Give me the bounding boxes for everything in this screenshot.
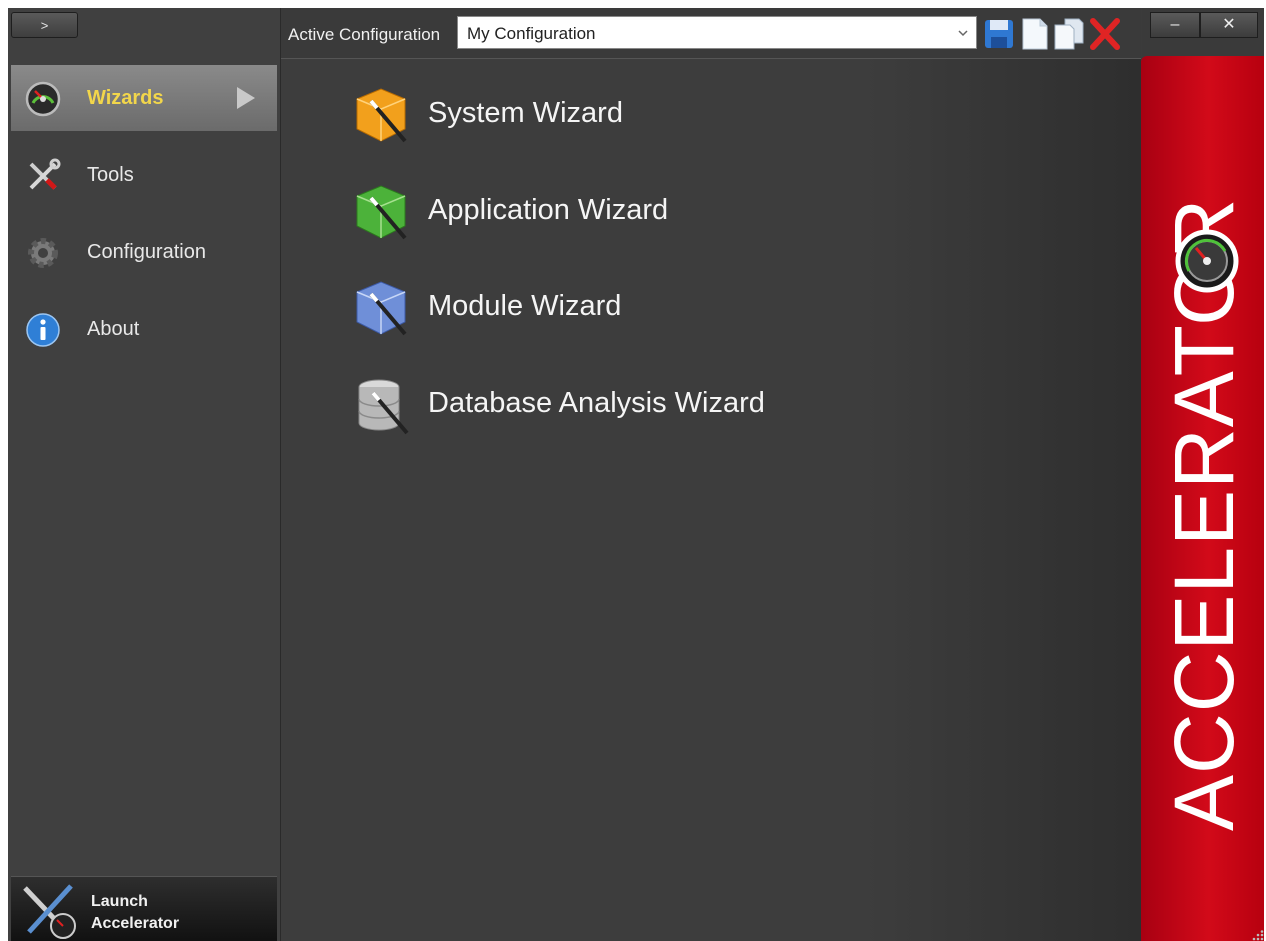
brand-strip: ACCELERATOR — [1141, 56, 1264, 941]
sidebar: > Wizards Tools Configuration About Laun… — [8, 8, 281, 941]
database-analysis-wizard-label: Database Analysis Wizard — [428, 387, 765, 419]
sidebar-item-label: Wizards — [87, 87, 164, 109]
active-configuration-label: Active Configuration — [288, 25, 441, 44]
save-icon[interactable] — [983, 17, 1015, 51]
module-wizard-icon — [356, 281, 407, 336]
toolbar: Active Configuration My Configuration — [281, 8, 1141, 59]
application-wizard-icon — [356, 185, 407, 240]
launch-accelerator-icon — [23, 884, 76, 939]
module-wizard-label: Module Wizard — [428, 290, 622, 322]
database-wizard-icon — [358, 379, 409, 435]
application-wizard-label: Application Wizard — [428, 194, 669, 226]
sidebar-item-label: Configuration — [87, 241, 206, 263]
launch-line-2: Accelerator — [91, 915, 180, 932]
info-icon — [26, 313, 60, 347]
tools-icon — [29, 158, 61, 190]
expand-sidebar-button[interactable]: > — [11, 12, 78, 38]
launch-line-1: Launch — [91, 893, 148, 910]
sidebar-item-configuration[interactable]: Configuration — [11, 219, 277, 285]
minimize-button[interactable]: – — [1150, 12, 1200, 38]
main-panel: System Wizard Application Wizard Module … — [281, 59, 1141, 941]
sidebar-item-tools[interactable]: Tools — [11, 142, 277, 208]
sidebar-item-about[interactable]: About — [11, 296, 277, 362]
sidebar-item-wizards[interactable]: Wizards — [11, 65, 277, 131]
active-configuration-value: My Configuration — [467, 24, 596, 43]
system-wizard-label: System Wizard — [428, 97, 623, 129]
brand-word: ACCELERATOR — [1157, 198, 1251, 831]
accelerator-logo: ACCELERATOR — [1157, 198, 1251, 831]
sidebar-item-label: Tools — [87, 164, 134, 186]
launch-accelerator-button[interactable]: Launch Accelerator — [11, 876, 277, 941]
system-wizard-item[interactable]: System Wizard — [351, 85, 771, 149]
launch-accelerator-label: Launch Accelerator — [91, 891, 211, 935]
resize-grip-icon[interactable] — [1250, 930, 1264, 941]
database-analysis-wizard-item[interactable]: Database Analysis Wizard — [351, 375, 771, 439]
speedometer-icon — [25, 81, 61, 117]
active-arrow-icon — [237, 87, 255, 109]
app-window: > Wizards Tools Configuration About Laun… — [8, 8, 1264, 941]
copy-icon[interactable] — [1053, 17, 1085, 51]
close-button[interactable]: ✕ — [1200, 12, 1258, 38]
gear-icon — [28, 238, 58, 268]
module-wizard-item[interactable]: Module Wizard — [351, 278, 771, 342]
sidebar-item-label: About — [87, 318, 140, 340]
new-document-icon[interactable] — [1019, 17, 1051, 51]
delete-icon[interactable] — [1089, 17, 1121, 51]
speedometer-logo-icon — [1175, 229, 1239, 293]
system-wizard-icon — [356, 88, 407, 143]
chevron-down-icon — [958, 30, 968, 37]
window-controls: – ✕ — [1142, 8, 1264, 56]
active-configuration-select[interactable]: My Configuration — [457, 16, 977, 49]
application-wizard-item[interactable]: Application Wizard — [351, 182, 771, 246]
